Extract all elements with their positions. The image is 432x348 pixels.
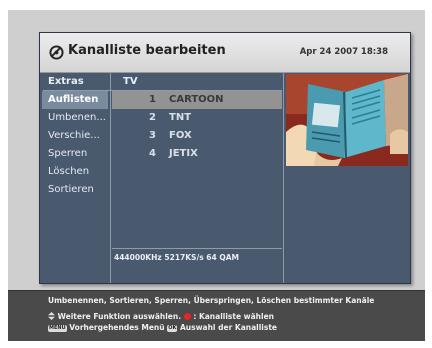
red-button-icon [183,313,191,320]
menu-item-verschieben[interactable]: Verschie... [42,127,108,145]
preview-lower-area [286,168,408,281]
menu-item-sortieren[interactable]: Sortieren [42,181,108,199]
channel-number: 2 [149,112,156,123]
hint-choose-list: : Kanalliste wählen [193,312,274,321]
info-hint-line-2: MENU Vorhergehendes Menü OK Auswahl der … [48,323,277,332]
extras-header: Extras [48,76,84,87]
channel-name: TNT [169,112,192,123]
channel-row[interactable]: 1 CARTOON [112,91,282,109]
status-divider [112,248,282,249]
satellite-dish-icon [49,45,64,60]
channel-number: 4 [149,148,156,159]
channel-row[interactable]: 2 TNT [112,109,282,127]
title-bar: Kanalliste bearbeiten Apr 24 2007 18:38 [40,33,410,73]
function-description: Umbenennen, Sortieren, Sperren, Überspri… [48,296,375,305]
channel-edit-window: Kanalliste bearbeiten Apr 24 2007 18:38 … [39,32,411,284]
channel-list: 1 CARTOON 2 TNT 3 FOX 4 JETIX [112,91,282,163]
preview-divider [283,73,284,283]
column-divider [110,73,111,283]
tv-header: TV [123,76,138,87]
hint-select-function: Weitere Funktion auswählen. [57,312,182,321]
menu-item-umbenennen[interactable]: Umbenen... [42,109,108,127]
signal-status: 444000KHz 5217KS/s 64 QAM [114,253,239,262]
menu-key-icon: MENU [48,325,67,332]
channel-name: JETIX [169,148,198,159]
menu-item-auflisten[interactable]: Auflisten [42,91,108,109]
menu-item-sperren[interactable]: Sperren [42,145,108,163]
date-time: Apr 24 2007 18:38 [299,47,388,57]
page-title: Kanalliste bearbeiten [68,43,226,58]
channel-name: CARTOON [169,94,224,105]
channel-row[interactable]: 3 FOX [112,127,282,145]
up-down-arrows-icon [48,312,55,320]
channel-row[interactable]: 4 JETIX [112,145,282,163]
menu-item-loeschen[interactable]: Löschen [42,163,108,181]
hint-previous-menu: Vorhergehendes Menü [69,323,165,332]
preview-illustration [286,74,408,166]
hint-list-selection: Auswahl der Kanalliste [180,323,278,332]
channel-preview-image [286,74,408,166]
ok-key-icon: OK [167,325,178,332]
info-bar: Umbenennen, Sortieren, Sperren, Überspri… [8,290,425,341]
channel-number: 1 [149,94,156,105]
extras-menu: Auflisten Umbenen... Verschie... Sperren… [42,91,108,199]
channel-name: FOX [169,130,192,141]
info-hint-line-1: Weitere Funktion auswählen. : Kanalliste… [48,312,274,321]
channel-number: 3 [149,130,156,141]
